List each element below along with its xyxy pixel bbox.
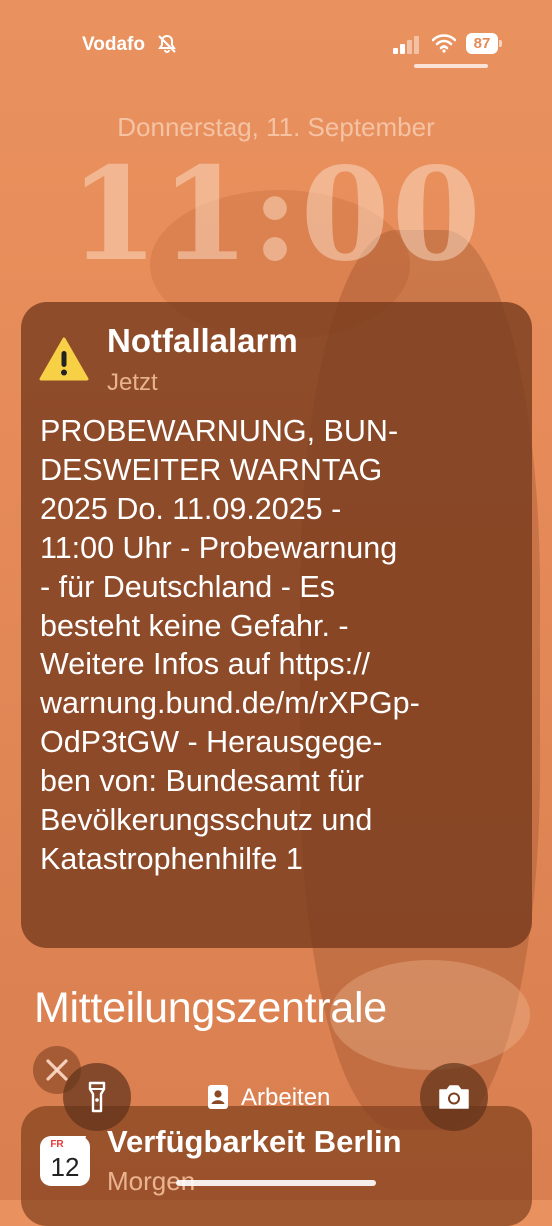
- notification-count-badge: 5: [77, 1133, 88, 1153]
- status-bar: Vodafo 87: [0, 0, 552, 70]
- alert-title: Notfallalarm: [107, 322, 298, 359]
- camera-icon: [439, 1085, 469, 1109]
- lock-screen-date: Donnerstag, 11. September: [117, 112, 435, 142]
- emergency-alert-card[interactable]: Notfallalarm Jetzt PROBEWARNUNG, BUN- DE…: [21, 302, 532, 948]
- camera-button[interactable]: [420, 1063, 488, 1131]
- control-center-indicator[interactable]: [414, 64, 488, 68]
- alert-line: ben von: Bundesamt für: [40, 764, 364, 799]
- lock-screen-time: 11:00: [69, 140, 483, 290]
- alert-line: Weitere Infos auf https://: [40, 647, 371, 682]
- signal-bars-icon: [393, 36, 419, 54]
- alert-line: besteht keine Gefahr. -: [40, 608, 349, 643]
- focus-mode-label: Arbeiten: [241, 1084, 331, 1111]
- alert-line: - für Deutschland - Es: [40, 569, 335, 604]
- home-indicator[interactable]: [176, 1180, 376, 1186]
- alert-line: PROBEWARNUNG, BUN-: [40, 414, 399, 448]
- carrier-name: Vodafo: [82, 34, 145, 55]
- calendar-weekday: FR: [50, 1139, 64, 1150]
- alert-line: 11:00 Uhr - Probewarnung: [40, 530, 398, 565]
- id-badge-icon: [208, 1085, 228, 1109]
- x-icon: [46, 1059, 68, 1081]
- battery-level: 87: [466, 33, 498, 54]
- alert-line: DESWEITER WARNTAG: [40, 452, 383, 487]
- alert-line: warnung.bund.de/m/rXPGp-: [40, 686, 420, 721]
- calendar-day: 12: [50, 1152, 80, 1182]
- alert-line: Katastrophenhilfe 1: [40, 841, 303, 876]
- bell-slash-icon: [158, 34, 176, 54]
- battery-tip: [499, 40, 502, 47]
- warning-triangle-icon: [39, 337, 89, 381]
- alert-line: OdP3tGW - Herausgege-: [40, 725, 383, 760]
- battery-icon: 87: [466, 33, 502, 55]
- flashlight-icon: [88, 1081, 106, 1113]
- alert-line: 2025 Do. 11.09.2025 -: [40, 491, 342, 526]
- alert-line: Bevölkerungsschutz und: [40, 803, 373, 838]
- alert-timestamp: Jetzt: [107, 369, 158, 396]
- notification-center-title: Mitteilungszentrale: [34, 984, 387, 1032]
- wifi-icon: [432, 34, 456, 53]
- notification-title: Verfügbarkeit Berlin: [107, 1124, 402, 1159]
- alert-message: PROBEWARNUNG, BUN- DESWEITER WARNTAG 202…: [40, 412, 518, 879]
- flashlight-button[interactable]: [63, 1063, 131, 1131]
